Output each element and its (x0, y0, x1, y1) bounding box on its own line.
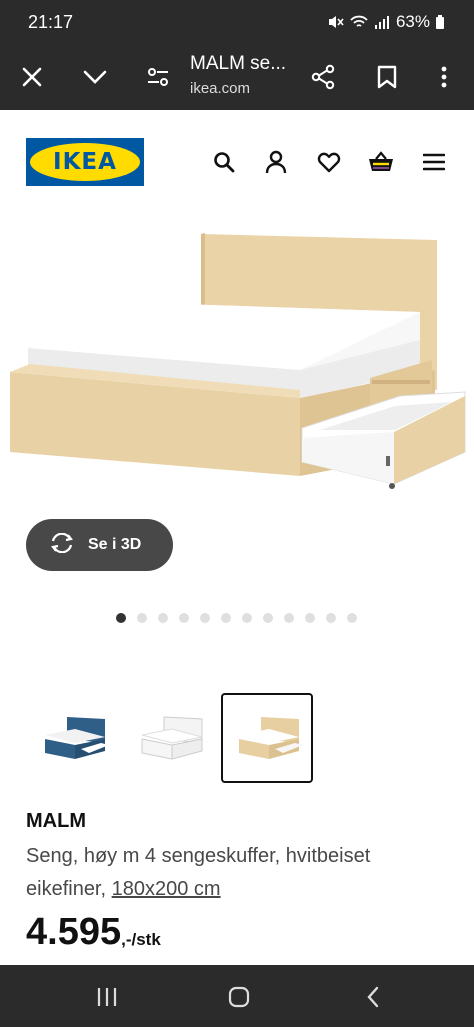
price-suffix: ,-/stk (121, 930, 161, 949)
product-size-link[interactable]: 180x200 cm (112, 878, 221, 900)
back-icon[interactable] (357, 981, 389, 1013)
mute-icon (326, 13, 344, 31)
carousel-dot[interactable] (326, 613, 336, 623)
view-3d-button[interactable]: Se i 3D (26, 519, 173, 571)
ikea-logo-oval: IKEA (30, 143, 140, 181)
carousel-dot[interactable] (116, 613, 126, 623)
signal-icon (374, 14, 390, 30)
product-name: MALM (26, 810, 86, 832)
battery-icon (436, 15, 444, 29)
variant-thumbnail-oak[interactable] (221, 693, 313, 783)
page-title[interactable]: MALM se... (190, 53, 286, 75)
variant-thumbnail-blue[interactable] (27, 693, 119, 783)
product-description: Seng, høy m 4 sengeskuffer, hvitbeiset e… (26, 840, 446, 906)
close-icon[interactable] (15, 60, 49, 94)
status-time: 21:17 (28, 12, 74, 32)
carousel-dot[interactable] (158, 613, 168, 623)
bookmark-icon[interactable] (370, 60, 404, 94)
rotate-3d-icon (48, 532, 76, 558)
carousel-dot[interactable] (347, 613, 357, 623)
view-3d-label: Se i 3D (88, 536, 142, 553)
image-carousel-dots[interactable] (116, 613, 357, 623)
browser-toolbar: MALM se... ikea.com (0, 44, 474, 110)
variant-thumbnail-white[interactable] (124, 693, 216, 783)
wifi-icon (350, 14, 368, 30)
carousel-dot[interactable] (221, 613, 231, 623)
account-icon[interactable] (260, 146, 292, 178)
carousel-dot[interactable] (242, 613, 252, 623)
ikea-logo-text: IKEA (53, 149, 117, 175)
ikea-logo[interactable]: IKEA (26, 138, 144, 186)
wishlist-heart-icon[interactable] (313, 146, 345, 178)
battery-text: 63% (395, 12, 430, 31)
chevron-down-icon[interactable] (78, 60, 112, 94)
page-url[interactable]: ikea.com (190, 80, 250, 97)
share-icon[interactable] (306, 60, 340, 94)
system-navigation-bar (0, 965, 474, 1027)
status-bar: 21:17 63% (0, 0, 474, 44)
product-price: 4.595 ,-/stk (26, 910, 161, 954)
carousel-dot[interactable] (263, 613, 273, 623)
search-icon[interactable] (208, 146, 240, 178)
shopping-basket-icon[interactable] (365, 146, 397, 178)
recent-apps-icon[interactable] (91, 981, 123, 1013)
carousel-dot[interactable] (305, 613, 315, 623)
price-value: 4.595 (26, 911, 122, 953)
more-icon[interactable] (427, 60, 461, 94)
carousel-dot[interactable] (137, 613, 147, 623)
product-image[interactable] (0, 200, 474, 510)
carousel-dot[interactable] (179, 613, 189, 623)
status-indicators: 63% (326, 12, 444, 32)
page-controls-icon[interactable] (141, 60, 175, 94)
carousel-dot[interactable] (200, 613, 210, 623)
home-icon[interactable] (223, 981, 255, 1013)
carousel-dot[interactable] (284, 613, 294, 623)
menu-icon[interactable] (418, 146, 450, 178)
